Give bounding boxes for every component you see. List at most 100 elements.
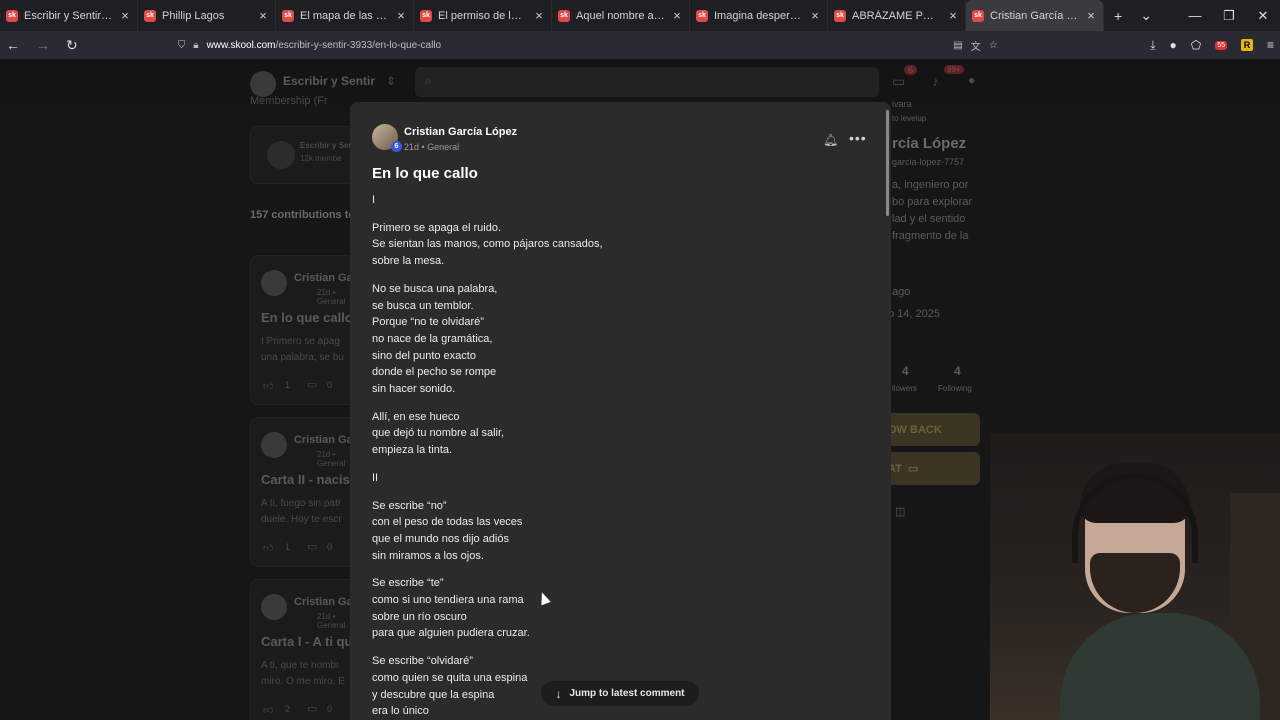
close-icon[interactable]: × bbox=[671, 8, 683, 23]
browser-tab[interactable]: sk El permiso de las alas que a × bbox=[414, 0, 552, 31]
group-name[interactable]: Escribir y Sentir bbox=[283, 74, 375, 88]
jump-to-latest-comment-button[interactable]: ↓ Jump to latest comment bbox=[541, 681, 699, 706]
translate-icon[interactable]: 文 bbox=[971, 38, 981, 53]
tab-title: Imagina despertar · Escribir bbox=[714, 9, 803, 22]
post-modal: 6 Cristian García López 21d • General 🔔︎… bbox=[350, 102, 891, 720]
profile-handle: garcia-lopez-7757 bbox=[892, 157, 965, 167]
close-icon[interactable]: × bbox=[257, 8, 269, 23]
chat-icon[interactable]: ▭ bbox=[892, 73, 905, 90]
like-count: 1 bbox=[285, 542, 291, 552]
close-icon[interactable]: × bbox=[947, 8, 959, 23]
account-icon[interactable]: ● bbox=[1170, 38, 1177, 52]
poem-line: para que alguien pudiera cruzar. bbox=[372, 627, 530, 640]
notification-icon[interactable]: ♪ bbox=[932, 73, 939, 89]
forward-icon[interactable]: → bbox=[36, 37, 50, 53]
restore-icon[interactable]: ❐ bbox=[1212, 8, 1246, 24]
followers-label: llowers bbox=[892, 384, 917, 393]
arrow-down-icon: ↓ bbox=[555, 686, 562, 701]
profile-bio: lad y el sentido bbox=[892, 213, 966, 225]
more-icon[interactable]: ••• bbox=[849, 130, 867, 146]
browser-tab[interactable]: sk Imagina despertar · Escribir × bbox=[690, 0, 828, 31]
minimize-icon[interactable]: — bbox=[1178, 8, 1212, 23]
star-icon[interactable]: ☆ bbox=[989, 40, 998, 51]
comment-icon[interactable]: ▭ bbox=[307, 540, 317, 553]
address-bar[interactable]: ⛉ 🔒︎ www.skool.com/escribir-y-sentir-393… bbox=[178, 38, 998, 53]
close-icon[interactable]: × bbox=[809, 8, 821, 23]
comment-count: 0 bbox=[327, 542, 333, 552]
list-item[interactable]: Cristian Ga 21d • General En lo que call… bbox=[250, 255, 356, 405]
close-icon[interactable]: × bbox=[533, 8, 545, 23]
post-title: En lo que callo bbox=[261, 310, 353, 325]
jump-label: Jump to latest comment bbox=[569, 688, 685, 699]
ext-r-icon[interactable]: R bbox=[1240, 39, 1253, 51]
browser-tab[interactable]: sk El mapa de las ausencias | × bbox=[276, 0, 414, 31]
poem-line: Primero se apaga el ruido. bbox=[372, 221, 502, 234]
group-card[interactable]: Escribir y Sen 12k membe bbox=[250, 126, 356, 184]
like-count: 1 bbox=[285, 380, 291, 390]
group-logo[interactable] bbox=[250, 71, 276, 97]
poem-line: sin miramos a los ojos. bbox=[372, 549, 484, 562]
like-icon[interactable]: 👍︎ bbox=[263, 542, 273, 554]
browser-tab[interactable]: sk Cristian García López × bbox=[966, 0, 1104, 31]
follow-back-button[interactable]: OW BACK bbox=[880, 413, 980, 446]
browser-tab[interactable]: sk Phillip Lagos × bbox=[138, 0, 276, 31]
poem-line: empieza la tinta. bbox=[372, 444, 453, 457]
skool-favicon-icon: sk bbox=[282, 9, 294, 22]
reload-icon[interactable]: ↻ bbox=[66, 37, 78, 54]
social-icon[interactable]: ◫ bbox=[895, 505, 905, 518]
poem-stanza: No se busca una palabra, se busca un temb… bbox=[372, 281, 852, 398]
tab-title: Cristian García López bbox=[990, 9, 1079, 22]
close-icon[interactable]: × bbox=[395, 8, 407, 23]
group-card-avatar bbox=[267, 141, 295, 169]
ext-badge[interactable]: 55 bbox=[1215, 40, 1227, 50]
close-icon[interactable]: × bbox=[1085, 8, 1097, 23]
poem-line: sobre un río oscuro bbox=[372, 610, 467, 623]
poem-line: era lo único bbox=[372, 705, 429, 718]
author-name[interactable]: Cristian García López bbox=[404, 126, 517, 138]
user-avatar[interactable]: ● bbox=[968, 73, 975, 87]
bell-icon[interactable]: 🔔︎ bbox=[823, 133, 838, 147]
tab-title: Phillip Lagos bbox=[162, 9, 225, 22]
like-count: 2 bbox=[285, 704, 291, 714]
new-tab-button[interactable]: + bbox=[1114, 8, 1122, 24]
profile-name: rcía López bbox=[892, 135, 967, 152]
like-icon[interactable]: 👍︎ bbox=[263, 380, 273, 392]
back-icon[interactable]: ← bbox=[6, 37, 20, 53]
list-item[interactable]: Cristian Ga 21d • General Carta II - nac… bbox=[250, 417, 356, 567]
menu-icon[interactable]: ≡ bbox=[1267, 38, 1274, 52]
list-item[interactable]: Cristian Ga 21d • General Carta I - A ti… bbox=[250, 579, 356, 720]
poem-line: sin hacer sonido. bbox=[372, 383, 456, 396]
chevron-down-icon[interactable]: ⌄ bbox=[1140, 7, 1152, 24]
joined-label: ago bbox=[892, 286, 911, 298]
chevron-updown-icon[interactable]: ⇕ bbox=[386, 74, 396, 88]
close-icon[interactable]: × bbox=[119, 8, 131, 23]
skool-favicon-icon: sk bbox=[144, 9, 156, 22]
post-author: Cristian Ga bbox=[294, 434, 353, 446]
poem-line: donde el pecho se rompe bbox=[372, 366, 497, 379]
site-header: Escribir y Sentir ⇕ ⌕ ▭ 6 ♪ 99+ ● bbox=[0, 59, 1280, 105]
poem-stanza: Se escribe “no” con el peso de todas las … bbox=[372, 498, 852, 565]
contributions-label: 157 contributions to bbox=[250, 209, 356, 221]
browser-tab[interactable]: sk Aquel nombre aún. · Escrib × bbox=[552, 0, 690, 31]
close-window-icon[interactable]: ✕ bbox=[1246, 8, 1280, 24]
chat-bubble-icon: ▭ bbox=[907, 463, 919, 475]
comment-icon[interactable]: ▭ bbox=[307, 702, 317, 715]
scrollbar[interactable] bbox=[886, 110, 889, 216]
reader-icon[interactable]: ▤ bbox=[953, 40, 962, 51]
extensions-icon[interactable]: ⬠ bbox=[1191, 38, 1201, 52]
browser-tab[interactable]: sk Escribir y Sentir - General × bbox=[0, 0, 138, 31]
chat-button[interactable]: AT ▭ bbox=[880, 452, 980, 485]
poem-line: No se busca una palabra, bbox=[372, 282, 498, 295]
browser-tab[interactable]: sk ABRÁZAME POR QUÉ ME E × bbox=[828, 0, 966, 31]
levelup-link[interactable]: to levelup bbox=[892, 114, 926, 123]
like-icon[interactable]: 👍︎ bbox=[263, 704, 273, 716]
post-author: Cristian Ga bbox=[294, 596, 353, 608]
notification-badge: 99+ bbox=[944, 65, 964, 74]
membership-label: Membership (Fr bbox=[250, 95, 328, 107]
comment-icon[interactable]: ▭ bbox=[307, 378, 317, 391]
download-icon[interactable]: ⤓ bbox=[1150, 38, 1155, 53]
group-card-title: Escribir y Sen bbox=[300, 141, 354, 150]
search-input[interactable]: ⌕ bbox=[415, 67, 879, 97]
post-excerpt: A ti, fuego sin patr bbox=[261, 498, 342, 509]
level-badge: 6 bbox=[391, 141, 402, 152]
